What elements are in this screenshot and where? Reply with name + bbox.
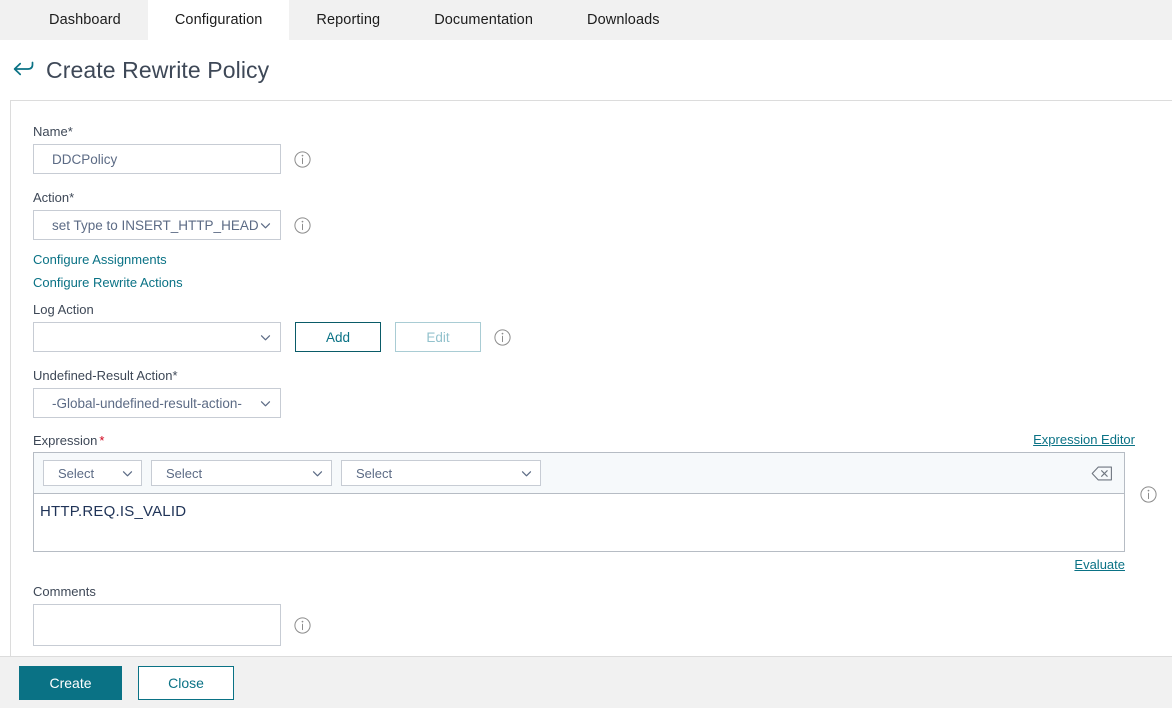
chevron-down-icon xyxy=(259,331,272,344)
close-button[interactable]: Close xyxy=(138,665,234,700)
action-field-label: Action* xyxy=(33,190,75,205)
tab-dashboard[interactable]: Dashboard xyxy=(22,0,148,40)
add-log-action-button[interactable]: Add xyxy=(295,322,381,352)
expression-builder: Select Select Select HTTP.REQ.IS_VALID xyxy=(33,452,1125,552)
log-action-info-icon[interactable] xyxy=(494,328,511,346)
backspace-erase-icon[interactable] xyxy=(1091,465,1113,482)
tab-documentation-label: Documentation xyxy=(434,12,534,28)
form-panel: Name* Action* set Type to INSERT_HTTP_HE… xyxy=(10,100,1172,656)
action-row: set Type to INSERT_HTTP_HEADER xyxy=(33,210,1172,240)
form-footer: Create Close xyxy=(0,656,1172,708)
log-action-row: Add Edit xyxy=(33,322,1172,352)
name-field-label: Name* xyxy=(33,124,73,139)
name-row xyxy=(33,144,1172,174)
page-header: Create Rewrite Policy xyxy=(0,40,1172,100)
comments-info-icon[interactable] xyxy=(294,616,311,634)
undefined-result-action-value: -Global-undefined-result-action- xyxy=(52,395,242,411)
action-select[interactable]: set Type to INSERT_HTTP_HEADER xyxy=(33,210,281,240)
tab-documentation[interactable]: Documentation xyxy=(407,0,560,40)
tab-configuration-label: Configuration xyxy=(174,12,263,28)
tab-downloads[interactable]: Downloads xyxy=(560,0,687,40)
expression-select-row: Select Select Select xyxy=(34,453,1124,494)
chevron-down-icon xyxy=(520,467,533,480)
expression-textarea[interactable] xyxy=(34,494,1124,548)
expression-select-1[interactable]: Select xyxy=(43,460,142,486)
comments-row xyxy=(33,604,1172,646)
chevron-down-icon xyxy=(121,467,134,480)
log-action-select[interactable] xyxy=(33,322,281,352)
action-info-icon[interactable] xyxy=(294,216,311,234)
tab-dashboard-label: Dashboard xyxy=(49,12,121,28)
tab-configuration[interactable]: Configuration xyxy=(147,0,290,40)
undefined-result-action-select[interactable]: -Global-undefined-result-action- xyxy=(33,388,281,418)
tab-downloads-label: Downloads xyxy=(587,12,660,28)
evaluate-link[interactable]: Evaluate xyxy=(1074,557,1125,572)
configure-assignments-link[interactable]: Configure Assignments xyxy=(33,252,167,267)
top-tab-bar: Dashboard Configuration Reporting Docume… xyxy=(0,0,1172,40)
configure-assignments-link-wrap: Configure Assignments xyxy=(33,252,1172,267)
create-button-label: Create xyxy=(49,674,92,691)
name-input[interactable] xyxy=(33,144,281,174)
expression-footer: Evaluate xyxy=(33,557,1125,572)
back-arrow-icon[interactable] xyxy=(12,57,38,83)
expression-select-2-value: Select xyxy=(166,465,203,481)
edit-button-label: Edit xyxy=(426,329,450,345)
log-action-field-label: Log Action xyxy=(33,302,94,317)
tab-reporting-label: Reporting xyxy=(316,12,381,28)
expression-editor-link[interactable]: Expression Editor xyxy=(1033,432,1135,447)
expression-select-2[interactable]: Select xyxy=(151,460,332,486)
comments-field-label: Comments xyxy=(33,584,96,599)
add-button-label: Add xyxy=(325,329,351,345)
action-select-value: set Type to INSERT_HTTP_HEADER xyxy=(52,217,259,233)
chevron-down-icon xyxy=(259,219,272,232)
page-title: Create Rewrite Policy xyxy=(46,56,270,83)
chevron-down-icon xyxy=(259,397,272,410)
tab-reporting[interactable]: Reporting xyxy=(289,0,407,40)
configure-rewrite-actions-link-wrap: Configure Rewrite Actions xyxy=(33,275,1172,290)
undefined-result-action-row: -Global-undefined-result-action- xyxy=(33,388,1172,418)
expression-info-icon[interactable] xyxy=(1140,486,1157,503)
close-button-label: Close xyxy=(168,674,204,691)
expression-select-3-value: Select xyxy=(356,465,393,481)
chevron-down-icon xyxy=(311,467,324,480)
expression-select-3[interactable]: Select xyxy=(341,460,541,486)
configure-rewrite-actions-link[interactable]: Configure Rewrite Actions xyxy=(33,275,183,290)
expression-field-label: Expression * xyxy=(33,433,105,448)
comments-textarea[interactable] xyxy=(33,604,281,646)
undefined-result-action-field-label: Undefined-Result Action* xyxy=(33,368,178,383)
edit-log-action-button[interactable]: Edit xyxy=(395,322,481,352)
expression-select-1-value: Select xyxy=(58,465,95,481)
name-info-icon[interactable] xyxy=(294,150,311,168)
create-button[interactable]: Create xyxy=(19,665,122,700)
expression-header: Expression * Expression Editor xyxy=(33,432,1135,452)
